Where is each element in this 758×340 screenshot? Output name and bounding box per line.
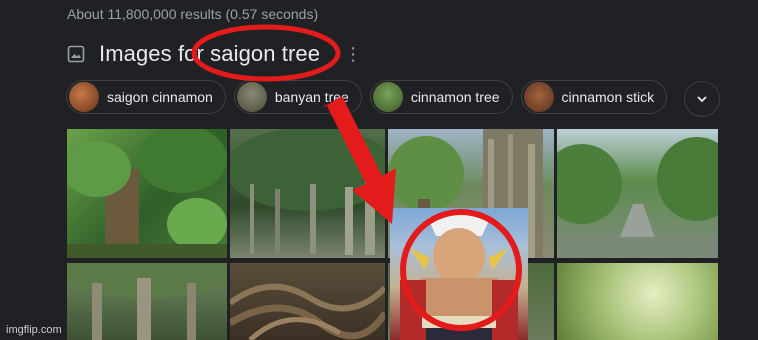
boulevard-picture [557, 137, 718, 258]
chip-banyan-tree[interactable]: banyan tree [233, 80, 362, 114]
image-icon [67, 45, 85, 63]
tree-trunks-picture [67, 263, 227, 340]
images-title[interactable]: Images for saigon tree [99, 41, 320, 67]
image-result[interactable] [230, 263, 385, 340]
image-result[interactable] [230, 129, 385, 258]
chip-label: banyan tree [274, 89, 349, 105]
chip-cinnamon-stick[interactable]: cinnamon stick [520, 80, 668, 114]
pasted-character-image [390, 208, 528, 340]
chip-label: cinnamon stick [561, 89, 655, 105]
watermark: imgflip.com [6, 324, 62, 336]
more-options-icon[interactable]: ⋮ [344, 45, 362, 63]
image-result[interactable] [557, 263, 718, 340]
leafy-tree-picture [67, 129, 227, 258]
chip-thumbnail [523, 82, 554, 112]
chip-saigon-cinnamon[interactable]: saigon cinnamon [66, 80, 226, 114]
image-result[interactable] [67, 263, 227, 340]
chevron-down-icon [697, 96, 707, 103]
image-result[interactable] [557, 129, 718, 258]
chip-cinnamon-tree[interactable]: cinnamon tree [369, 80, 513, 114]
image-result[interactable] [67, 129, 227, 258]
chip-label: saigon cinnamon [107, 89, 213, 105]
chip-label: cinnamon tree [410, 89, 500, 105]
images-header: Images for saigon tree ⋮ [67, 38, 362, 70]
twisted-roots-picture [230, 283, 385, 340]
chip-thumbnail [236, 82, 267, 112]
chip-thumbnail [372, 82, 403, 112]
character-figure [400, 212, 518, 340]
related-searches-chips: saigon cinnamon banyan tree cinnamon tre… [66, 80, 668, 114]
results-stats: About 11,800,000 results (0.57 seconds) [67, 6, 319, 22]
banyan-canopy-picture [230, 129, 385, 255]
expand-chips-button[interactable] [684, 81, 720, 117]
chip-thumbnail [69, 82, 99, 112]
